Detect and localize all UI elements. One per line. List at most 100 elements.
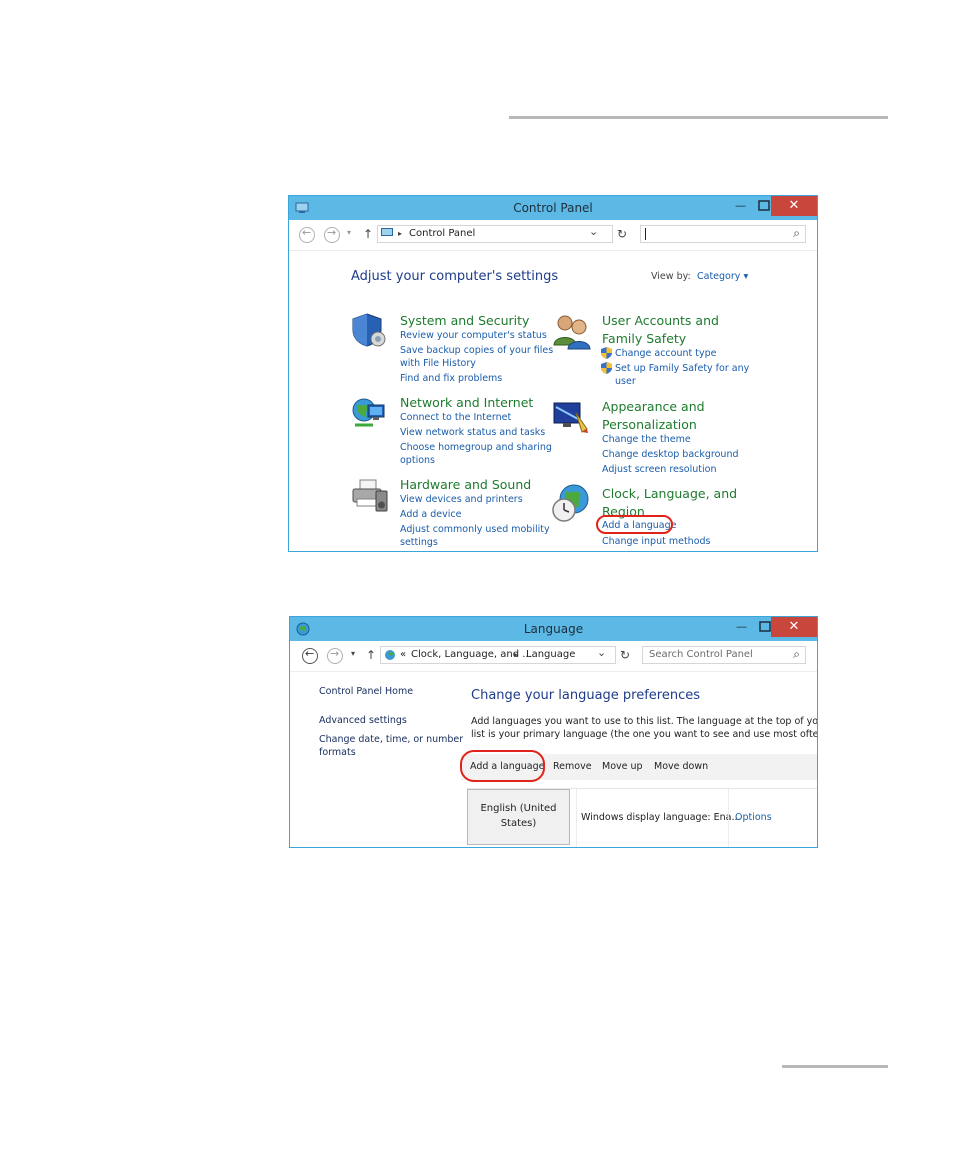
search-placeholder: Search Control Panel [649, 649, 753, 660]
link-view-network-status[interactable]: View network status and tasks [400, 427, 545, 438]
refresh-button[interactable]: ↻ [620, 648, 630, 662]
maximize-icon [759, 621, 771, 632]
language-window: Language — ✕ ← → ▾ ↑ « Clock, Language, … [289, 616, 818, 848]
link-mobility[interactable]: Adjust commonly used mobility [400, 524, 550, 535]
link-change-account-type[interactable]: Change account type [615, 348, 716, 359]
link-connect-internet[interactable]: Connect to the Internet [400, 412, 511, 423]
recent-pages-icon[interactable]: ▾ [347, 228, 351, 237]
link-add-device[interactable]: Add a device [400, 509, 461, 520]
link-homegroup[interactable]: Choose homegroup and sharing [400, 442, 552, 453]
link-find-fix[interactable]: Find and fix problems [400, 373, 502, 384]
title-bar: Control Panel — ✕ [289, 196, 817, 220]
search-input[interactable]: Search Control Panel ⌕ [642, 646, 806, 664]
sidebar-advanced-settings[interactable]: Advanced settings [319, 715, 407, 726]
forward-arrow-icon: → [330, 647, 340, 660]
search-icon[interactable]: ⌕ [793, 225, 800, 241]
language-name-line1: English (United [480, 803, 557, 814]
category-system-security[interactable]: System and Security [400, 313, 529, 328]
remove-button[interactable]: Remove [553, 761, 592, 772]
address-dropdown-icon[interactable]: ⌄ [597, 645, 606, 661]
breadcrumb-chevron-icon: ▸ [514, 650, 519, 659]
category-hardware-sound[interactable]: Hardware and Sound [400, 477, 531, 492]
highlight-add-language [596, 515, 673, 534]
link-change-theme[interactable]: Change the theme [602, 434, 691, 445]
close-button[interactable]: ✕ [771, 196, 817, 216]
view-by-value: Category [697, 271, 741, 282]
display-language-status: Windows display language: Ena... [581, 812, 741, 823]
link-save-backup[interactable]: Save backup copies of your files [400, 345, 553, 356]
link-review-status[interactable]: Review your computer's status [400, 330, 547, 341]
link-family-safety[interactable]: Set up Family Safety for any [615, 363, 749, 374]
sidebar-control-panel-home[interactable]: Control Panel Home [319, 686, 413, 697]
breadcrumb-language[interactable]: Language [526, 647, 575, 663]
address-bar[interactable]: ▸ Control Panel ⌄ [377, 225, 613, 243]
forward-button[interactable]: → [327, 647, 343, 664]
close-button[interactable]: ✕ [771, 617, 817, 637]
minimize-button[interactable]: — [736, 617, 754, 637]
uac-shield-icon [601, 362, 612, 374]
address-dropdown-icon[interactable]: ⌄ [589, 224, 598, 240]
maximize-icon [758, 200, 770, 211]
title-bar: Language — ✕ [290, 617, 817, 641]
category-user-accounts-line2[interactable]: Family Safety [602, 331, 686, 346]
address-row: ← → ▾ ↑ « Clock, Language, and ... ▸ Lan… [290, 641, 817, 672]
breadcrumb-control-panel[interactable]: Control Panel [409, 226, 475, 242]
link-homegroup-cont[interactable]: options [400, 455, 435, 466]
back-arrow-icon: ← [305, 647, 315, 660]
view-by-label: View by: [651, 271, 691, 282]
back-arrow-icon: ← [302, 226, 312, 239]
move-down-button[interactable]: Move down [654, 761, 708, 772]
link-screen-resolution[interactable]: Adjust screen resolution [602, 464, 716, 475]
link-change-input-methods[interactable]: Change input methods [602, 536, 711, 547]
address-bar[interactable]: « Clock, Language, and ... ▸ Language ⌄ [380, 646, 616, 664]
top-rule [509, 116, 888, 119]
control-panel-window: Control Panel — ✕ ← → ▾ ↑ ▸ Control Pane… [288, 195, 818, 552]
bottom-rule [782, 1065, 888, 1068]
highlight-add-language-button [460, 750, 545, 782]
control-panel-small-icon [381, 228, 393, 236]
search-icon[interactable]: ⌕ [793, 646, 800, 662]
language-tile-divider [576, 789, 577, 847]
link-desktop-background[interactable]: Change desktop background [602, 449, 739, 460]
up-button[interactable]: ↑ [363, 227, 373, 241]
options-link[interactable]: Options [735, 812, 772, 823]
page-heading: Change your language preferences [471, 688, 701, 703]
move-up-button[interactable]: Move up [602, 761, 643, 772]
back-button[interactable]: ← [302, 647, 318, 664]
category-user-accounts-line1[interactable]: User Accounts and [602, 313, 719, 328]
minimize-button[interactable]: — [735, 196, 753, 216]
clock-globe-icon [552, 484, 589, 522]
up-button[interactable]: ↑ [366, 648, 376, 662]
search-input[interactable]: ⌕ [640, 225, 806, 243]
language-tile[interactable]: English (United States) [467, 789, 570, 845]
forward-button[interactable]: → [324, 226, 340, 243]
hardware-printer-icon [352, 479, 388, 512]
category-appearance-line1[interactable]: Appearance and [602, 399, 705, 414]
system-security-shield-icon [352, 313, 386, 347]
page-heading: Adjust your computer's settings [351, 269, 559, 284]
address-row: ← → ▾ ↑ ▸ Control Panel ⌄ ↻ ⌕ [289, 220, 817, 251]
category-clock-language-line1[interactable]: Clock, Language, and [602, 486, 737, 501]
category-network-internet[interactable]: Network and Internet [400, 395, 533, 410]
link-mobility-cont[interactable]: settings [400, 537, 438, 548]
link-save-backup-cont[interactable]: with File History [400, 358, 476, 369]
network-globe-icon [352, 398, 385, 427]
category-appearance-line2[interactable]: Personalization [602, 417, 697, 432]
appearance-monitor-icon [553, 402, 588, 433]
breadcrumb-overflow[interactable]: « [400, 647, 406, 663]
forward-arrow-icon: → [327, 226, 337, 239]
recent-pages-icon[interactable]: ▾ [351, 649, 355, 658]
link-view-devices[interactable]: View devices and printers [400, 494, 523, 505]
breadcrumb-chevron-icon: ▸ [398, 229, 403, 238]
search-cursor [645, 228, 646, 240]
sidebar-change-date-time-cont[interactable]: formats [319, 747, 356, 758]
language-name-line2: States) [500, 818, 537, 829]
refresh-button[interactable]: ↻ [617, 227, 627, 241]
sidebar-change-date-time[interactable]: Change date, time, or number [319, 734, 463, 745]
link-family-safety-cont[interactable]: user [615, 376, 636, 387]
user-accounts-icon [553, 315, 591, 350]
description-line2: list is your primary language (the one y… [471, 729, 818, 740]
description-line1: Add languages you want to use to this li… [471, 716, 818, 727]
back-button[interactable]: ← [299, 226, 315, 243]
view-by-category-dropdown[interactable]: Category ▾ [697, 271, 748, 282]
